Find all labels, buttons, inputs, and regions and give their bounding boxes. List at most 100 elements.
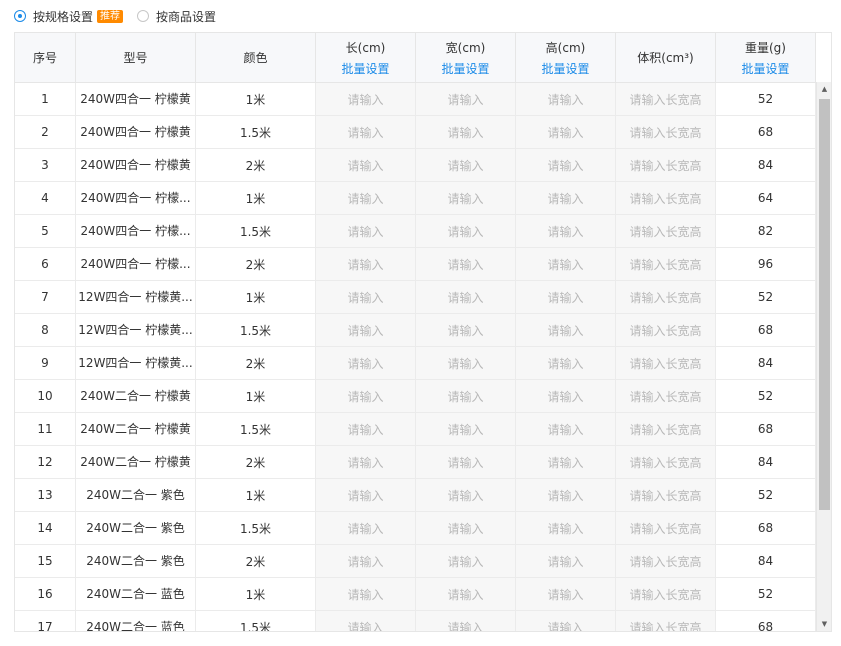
height-input[interactable]: 请输入 [516, 512, 616, 544]
height-input[interactable]: 请输入 [516, 83, 616, 115]
cell-color: 2米 [196, 545, 316, 577]
cell-weight[interactable]: 64 [716, 182, 816, 214]
table-row: 17 240W二合一 蓝色 1.5米 请输入 请输入 请输入 请输入长宽高 68 [15, 611, 816, 631]
vertical-scrollbar[interactable]: ▲ ▼ [816, 82, 831, 631]
height-input[interactable]: 请输入 [516, 116, 616, 148]
width-input[interactable]: 请输入 [416, 446, 516, 478]
width-input[interactable]: 请输入 [416, 413, 516, 445]
cell-weight[interactable]: 52 [716, 281, 816, 313]
width-input[interactable]: 请输入 [416, 479, 516, 511]
batch-set-width-link[interactable]: 批量设置 [441, 60, 489, 77]
scroll-down-arrow-icon[interactable]: ▼ [817, 617, 831, 631]
length-input[interactable]: 请输入 [316, 512, 416, 544]
cell-color: 2米 [196, 149, 316, 181]
cell-weight[interactable]: 96 [716, 248, 816, 280]
cell-weight[interactable]: 84 [716, 545, 816, 577]
width-input[interactable]: 请输入 [416, 380, 516, 412]
height-input[interactable]: 请输入 [516, 182, 616, 214]
width-input[interactable]: 请输入 [416, 281, 516, 313]
cell-weight[interactable]: 84 [716, 149, 816, 181]
volume-field: 请输入长宽高 [616, 479, 716, 511]
cell-index: 9 [15, 347, 76, 379]
batch-set-weight-link[interactable]: 批量设置 [741, 60, 789, 77]
length-input[interactable]: 请输入 [316, 314, 416, 346]
cell-color: 1米 [196, 281, 316, 313]
recommend-badge: 推荐 [97, 9, 124, 23]
height-input[interactable]: 请输入 [516, 413, 616, 445]
width-input[interactable]: 请输入 [416, 512, 516, 544]
length-input[interactable]: 请输入 [316, 281, 416, 313]
mode-option-by-spec[interactable]: 按规格设置 推荐 [14, 8, 124, 25]
cell-weight[interactable]: 84 [716, 347, 816, 379]
width-input[interactable]: 请输入 [416, 314, 516, 346]
cell-weight[interactable]: 52 [716, 83, 816, 115]
height-input[interactable]: 请输入 [516, 248, 616, 280]
length-input[interactable]: 请输入 [316, 149, 416, 181]
cell-weight[interactable]: 68 [716, 116, 816, 148]
cell-weight[interactable]: 68 [716, 611, 816, 631]
length-input[interactable]: 请输入 [316, 182, 416, 214]
width-input[interactable]: 请输入 [416, 578, 516, 610]
height-input[interactable]: 请输入 [516, 446, 616, 478]
height-input[interactable]: 请输入 [516, 380, 616, 412]
cell-weight[interactable]: 52 [716, 380, 816, 412]
height-input[interactable]: 请输入 [516, 611, 616, 631]
radio-checked-icon[interactable] [14, 10, 26, 22]
height-input[interactable]: 请输入 [516, 347, 616, 379]
volume-field: 请输入长宽高 [616, 545, 716, 577]
height-input[interactable]: 请输入 [516, 578, 616, 610]
mode-option-by-product[interactable]: 按商品设置 [137, 8, 216, 25]
length-input[interactable]: 请输入 [316, 545, 416, 577]
cell-index: 11 [15, 413, 76, 445]
length-input[interactable]: 请输入 [316, 413, 416, 445]
length-input[interactable]: 请输入 [316, 578, 416, 610]
width-input[interactable]: 请输入 [416, 611, 516, 631]
height-input[interactable]: 请输入 [516, 281, 616, 313]
width-input[interactable]: 请输入 [416, 149, 516, 181]
table-row: 2 240W四合一 柠檬黄 1.5米 请输入 请输入 请输入 请输入长宽高 68 [15, 116, 816, 149]
width-input[interactable]: 请输入 [416, 116, 516, 148]
col-header-label: 颜色 [243, 51, 268, 65]
length-input[interactable]: 请输入 [316, 380, 416, 412]
width-input[interactable]: 请输入 [416, 215, 516, 247]
length-input[interactable]: 请输入 [316, 347, 416, 379]
cell-weight[interactable]: 84 [716, 446, 816, 478]
length-input[interactable]: 请输入 [316, 611, 416, 631]
cell-color: 1米 [196, 182, 316, 214]
width-input[interactable]: 请输入 [416, 83, 516, 115]
scroll-up-arrow-icon[interactable]: ▲ [817, 82, 831, 96]
length-input[interactable]: 请输入 [316, 446, 416, 478]
length-input[interactable]: 请输入 [316, 215, 416, 247]
cell-weight[interactable]: 52 [716, 479, 816, 511]
batch-set-height-link[interactable]: 批量设置 [541, 60, 589, 77]
height-input[interactable]: 请输入 [516, 215, 616, 247]
length-input[interactable]: 请输入 [316, 248, 416, 280]
cell-weight[interactable]: 52 [716, 578, 816, 610]
cell-weight[interactable]: 68 [716, 314, 816, 346]
scroll-thumb[interactable] [819, 99, 830, 510]
cell-index: 5 [15, 215, 76, 247]
cell-index: 4 [15, 182, 76, 214]
length-input[interactable]: 请输入 [316, 116, 416, 148]
cell-weight[interactable]: 68 [716, 512, 816, 544]
height-input[interactable]: 请输入 [516, 149, 616, 181]
height-input[interactable]: 请输入 [516, 479, 616, 511]
cell-model: 240W二合一 紫色 [76, 512, 196, 544]
batch-set-length-link[interactable]: 批量设置 [341, 60, 389, 77]
radio-unchecked-icon[interactable] [137, 10, 150, 22]
length-input[interactable]: 请输入 [316, 83, 416, 115]
cell-model: 240W二合一 蓝色 [76, 578, 196, 610]
cell-weight[interactable]: 82 [716, 215, 816, 247]
width-input[interactable]: 请输入 [416, 347, 516, 379]
cell-weight[interactable]: 68 [716, 413, 816, 445]
cell-model: 12W四合一 柠檬黄... [76, 281, 196, 313]
width-input[interactable]: 请输入 [416, 182, 516, 214]
volume-field: 请输入长宽高 [616, 347, 716, 379]
cell-color: 1.5米 [196, 314, 316, 346]
height-input[interactable]: 请输入 [516, 545, 616, 577]
length-input[interactable]: 请输入 [316, 479, 416, 511]
width-input[interactable]: 请输入 [416, 545, 516, 577]
height-input[interactable]: 请输入 [516, 314, 616, 346]
cell-color: 1.5米 [196, 215, 316, 247]
width-input[interactable]: 请输入 [416, 248, 516, 280]
